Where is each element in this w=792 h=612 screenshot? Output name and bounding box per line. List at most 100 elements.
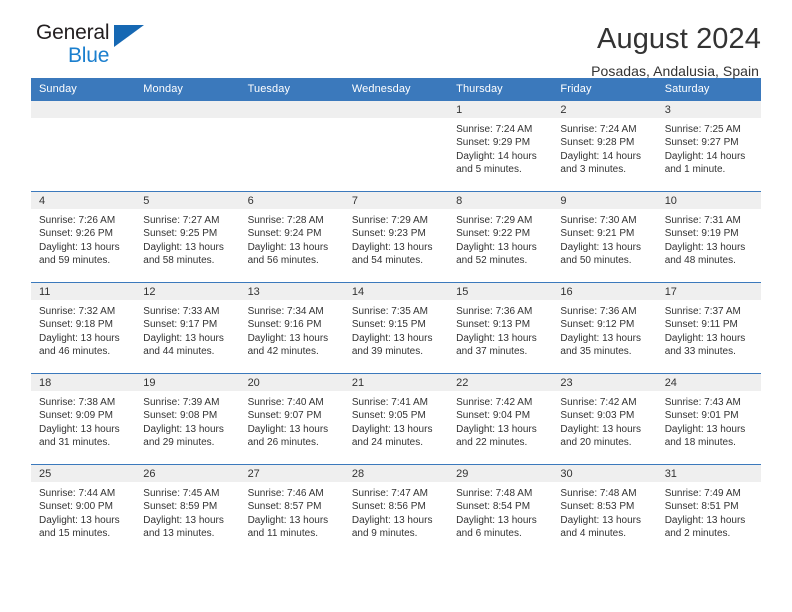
day-details: Sunrise: 7:35 AM Sunset: 9:15 PM Daylight:… [344,300,448,359]
daylight-duration-line2: and 6 minutes. [456,528,522,540]
daylight-duration-line2: and 1 minute. [664,164,726,176]
day-number: 22 [448,374,553,391]
weekday-header-friday: Friday [552,78,657,101]
day-details: Sunrise: 7:24 AM Sunset: 9:29 PM Daylight:… [448,118,552,177]
daylight-duration-line1: Daylight: 13 hours [351,332,433,344]
sunset-time: Sunset: 9:24 PM [247,228,322,240]
day-number: 1 [448,101,553,118]
weekday-header-monday: Monday [135,78,240,101]
day-number: 20 [239,374,344,391]
daylight-duration-line2: and 50 minutes. [560,255,632,267]
calendar-day-cell[interactable]: 6 Sunrise: 7:28 AM Sunset: 9:24 PM Daylight… [239,191,344,283]
sunset-time: Sunset: 8:57 PM [247,501,322,513]
sunset-time: Sunset: 9:16 PM [247,319,322,331]
calendar-day-cell[interactable]: 28 Sunrise: 7:47 AM Sunset: 8:56 PM Dayligh… [343,464,449,555]
daylight-duration-line1: Daylight: 13 hours [247,241,329,253]
calendar-day-cell[interactable]: 8 Sunrise: 7:29 AM Sunset: 9:22 PM Daylight… [448,191,553,283]
daylight-duration-line2: and 5 minutes. [456,164,522,176]
day-number: 16 [552,283,657,300]
day-details: Sunrise: 7:47 AM Sunset: 8:56 PM Daylight:… [344,482,448,541]
day-details: Sunrise: 7:45 AM Sunset: 8:59 PM Daylight:… [135,482,239,541]
calendar-day-cell[interactable]: 4 Sunrise: 7:26 AM Sunset: 9:26 PM Daylight… [31,191,136,283]
calendar-day-cell[interactable]: 12 Sunrise: 7:33 AM Sunset: 9:17 PM Dayligh… [135,282,240,374]
calendar-day-cell[interactable]: 30 Sunrise: 7:48 AM Sunset: 8:53 PM Dayligh… [552,464,657,555]
weekday-header-wednesday: Wednesday [343,78,449,101]
calendar-day-cell[interactable]: 29 Sunrise: 7:48 AM Sunset: 8:54 PM Dayligh… [448,464,553,555]
sunrise-time: Sunrise: 7:44 AM [39,488,116,499]
calendar-day-cell[interactable]: 14 Sunrise: 7:35 AM Sunset: 9:15 PM Dayligh… [343,282,449,374]
daylight-duration-line1: Daylight: 13 hours [143,332,224,344]
sunrise-time: Sunrise: 7:29 AM [456,215,533,226]
calendar-day-cell[interactable]: 18 Sunrise: 7:38 AM Sunset: 9:09 PM Dayligh… [31,373,136,465]
daylight-duration-line1: Daylight: 13 hours [247,423,329,435]
sunset-time: Sunset: 8:56 PM [351,501,426,513]
calendar-day-cell[interactable]: 9 Sunrise: 7:30 AM Sunset: 9:21 PM Daylight… [552,191,657,283]
daylight-duration-line2: and 42 minutes. [247,346,319,358]
calendar-day-cell[interactable]: 20 Sunrise: 7:40 AM Sunset: 9:07 PM Dayligh… [239,373,344,465]
sunset-time: Sunset: 9:29 PM [456,137,531,149]
day-number: 26 [135,465,240,482]
calendar-day-cell[interactable]: 15 Sunrise: 7:36 AM Sunset: 9:13 PM Dayligh… [448,282,553,374]
calendar-header-row: Sunday Monday Tuesday Wednesday Thursday… [31,78,761,101]
calendar-day-cell[interactable]: 10 Sunrise: 7:31 AM Sunset: 9:19 PM Dayligh… [656,191,761,283]
sunrise-time: Sunrise: 7:25 AM [664,124,741,135]
sunrise-time: Sunrise: 7:45 AM [143,488,220,499]
calendar-day-cell[interactable]: 27 Sunrise: 7:46 AM Sunset: 8:57 PM Dayligh… [239,464,344,555]
calendar-day-cell[interactable]: 11 Sunrise: 7:32 AM Sunset: 9:18 PM Dayligh… [31,282,136,374]
sunrise-time: Sunrise: 7:28 AM [247,215,324,226]
daylight-duration-line1: Daylight: 13 hours [664,423,746,435]
sunrise-time: Sunrise: 7:27 AM [143,215,220,226]
day-number: 23 [552,374,657,391]
day-details: Sunrise: 7:48 AM Sunset: 8:54 PM Daylight:… [448,482,552,541]
day-number: 31 [656,465,761,482]
sunrise-time: Sunrise: 7:42 AM [456,397,533,408]
calendar-day-cell-empty [343,101,449,192]
day-details: Sunrise: 7:32 AM Sunset: 9:18 PM Daylight:… [31,300,135,359]
sunrise-time: Sunrise: 7:34 AM [247,306,324,317]
calendar-day-cell[interactable]: 23 Sunrise: 7:42 AM Sunset: 9:03 PM Dayligh… [552,373,657,465]
daylight-duration-line2: and 59 minutes. [39,255,111,267]
sunrise-time: Sunrise: 7:35 AM [351,306,428,317]
weekday-header-saturday: Saturday [656,78,761,101]
calendar-day-cell[interactable]: 24 Sunrise: 7:43 AM Sunset: 9:01 PM Dayligh… [656,373,761,465]
calendar-day-cell[interactable]: 7 Sunrise: 7:29 AM Sunset: 9:23 PM Daylight… [343,191,449,283]
sunrise-time: Sunrise: 7:29 AM [351,215,428,226]
day-details: Sunrise: 7:42 AM Sunset: 9:03 PM Daylight:… [552,391,656,450]
daylight-duration-line1: Daylight: 13 hours [39,423,120,435]
sunrise-time: Sunrise: 7:47 AM [351,488,428,499]
daylight-duration-line2: and 15 minutes. [39,528,111,540]
sunset-time: Sunset: 9:07 PM [247,410,322,422]
sunrise-time: Sunrise: 7:48 AM [560,488,637,499]
daylight-duration-line1: Daylight: 13 hours [456,423,537,435]
calendar-day-cell[interactable]: 13 Sunrise: 7:34 AM Sunset: 9:16 PM Dayligh… [239,282,344,374]
day-number: 27 [239,465,344,482]
calendar-day-cell[interactable]: 22 Sunrise: 7:42 AM Sunset: 9:04 PM Dayligh… [448,373,553,465]
day-number: 4 [31,192,136,209]
day-number: 17 [656,283,761,300]
calendar-day-cell[interactable]: 19 Sunrise: 7:39 AM Sunset: 9:08 PM Dayligh… [135,373,240,465]
daylight-duration-line1: Daylight: 13 hours [456,514,537,526]
page-header: General Blue August 2024 Posadas, Andalu… [31,0,761,79]
calendar-day-cell[interactable]: 26 Sunrise: 7:45 AM Sunset: 8:59 PM Dayligh… [135,464,240,555]
general-blue-logo[interactable]: General Blue [31,22,163,74]
calendar-day-cell[interactable]: 16 Sunrise: 7:36 AM Sunset: 9:12 PM Dayligh… [552,282,657,374]
day-number: 21 [343,374,449,391]
day-details: Sunrise: 7:33 AM Sunset: 9:17 PM Daylight:… [135,300,239,359]
day-number: 12 [135,283,240,300]
calendar-day-cell[interactable]: 21 Sunrise: 7:41 AM Sunset: 9:05 PM Dayligh… [343,373,449,465]
day-details: Sunrise: 7:49 AM Sunset: 8:51 PM Daylight:… [657,482,761,541]
calendar-day-cell[interactable]: 5 Sunrise: 7:27 AM Sunset: 9:25 PM Daylight… [135,191,240,283]
day-number-band [135,101,240,118]
calendar-day-cell[interactable]: 31 Sunrise: 7:49 AM Sunset: 8:51 PM Dayligh… [656,464,761,555]
calendar-day-cell[interactable]: 1 Sunrise: 7:24 AM Sunset: 9:29 PM Daylight… [448,101,553,192]
daylight-duration-line2: and 4 minutes. [560,528,627,540]
calendar-day-cell[interactable]: 17 Sunrise: 7:37 AM Sunset: 9:11 PM Dayligh… [656,282,761,374]
day-number: 6 [239,192,344,209]
calendar-day-cell[interactable]: 3 Sunrise: 7:25 AM Sunset: 9:27 PM Daylight… [656,101,761,192]
daylight-duration-line2: and 56 minutes. [247,255,319,267]
calendar-day-cell[interactable]: 25 Sunrise: 7:44 AM Sunset: 9:00 PM Dayligh… [31,464,136,555]
calendar-day-cell[interactable]: 2 Sunrise: 7:24 AM Sunset: 9:28 PM Daylight… [552,101,657,192]
daylight-duration-line2: and 31 minutes. [39,437,111,449]
day-details: Sunrise: 7:24 AM Sunset: 9:28 PM Daylight:… [552,118,656,177]
sunrise-time: Sunrise: 7:39 AM [143,397,220,408]
